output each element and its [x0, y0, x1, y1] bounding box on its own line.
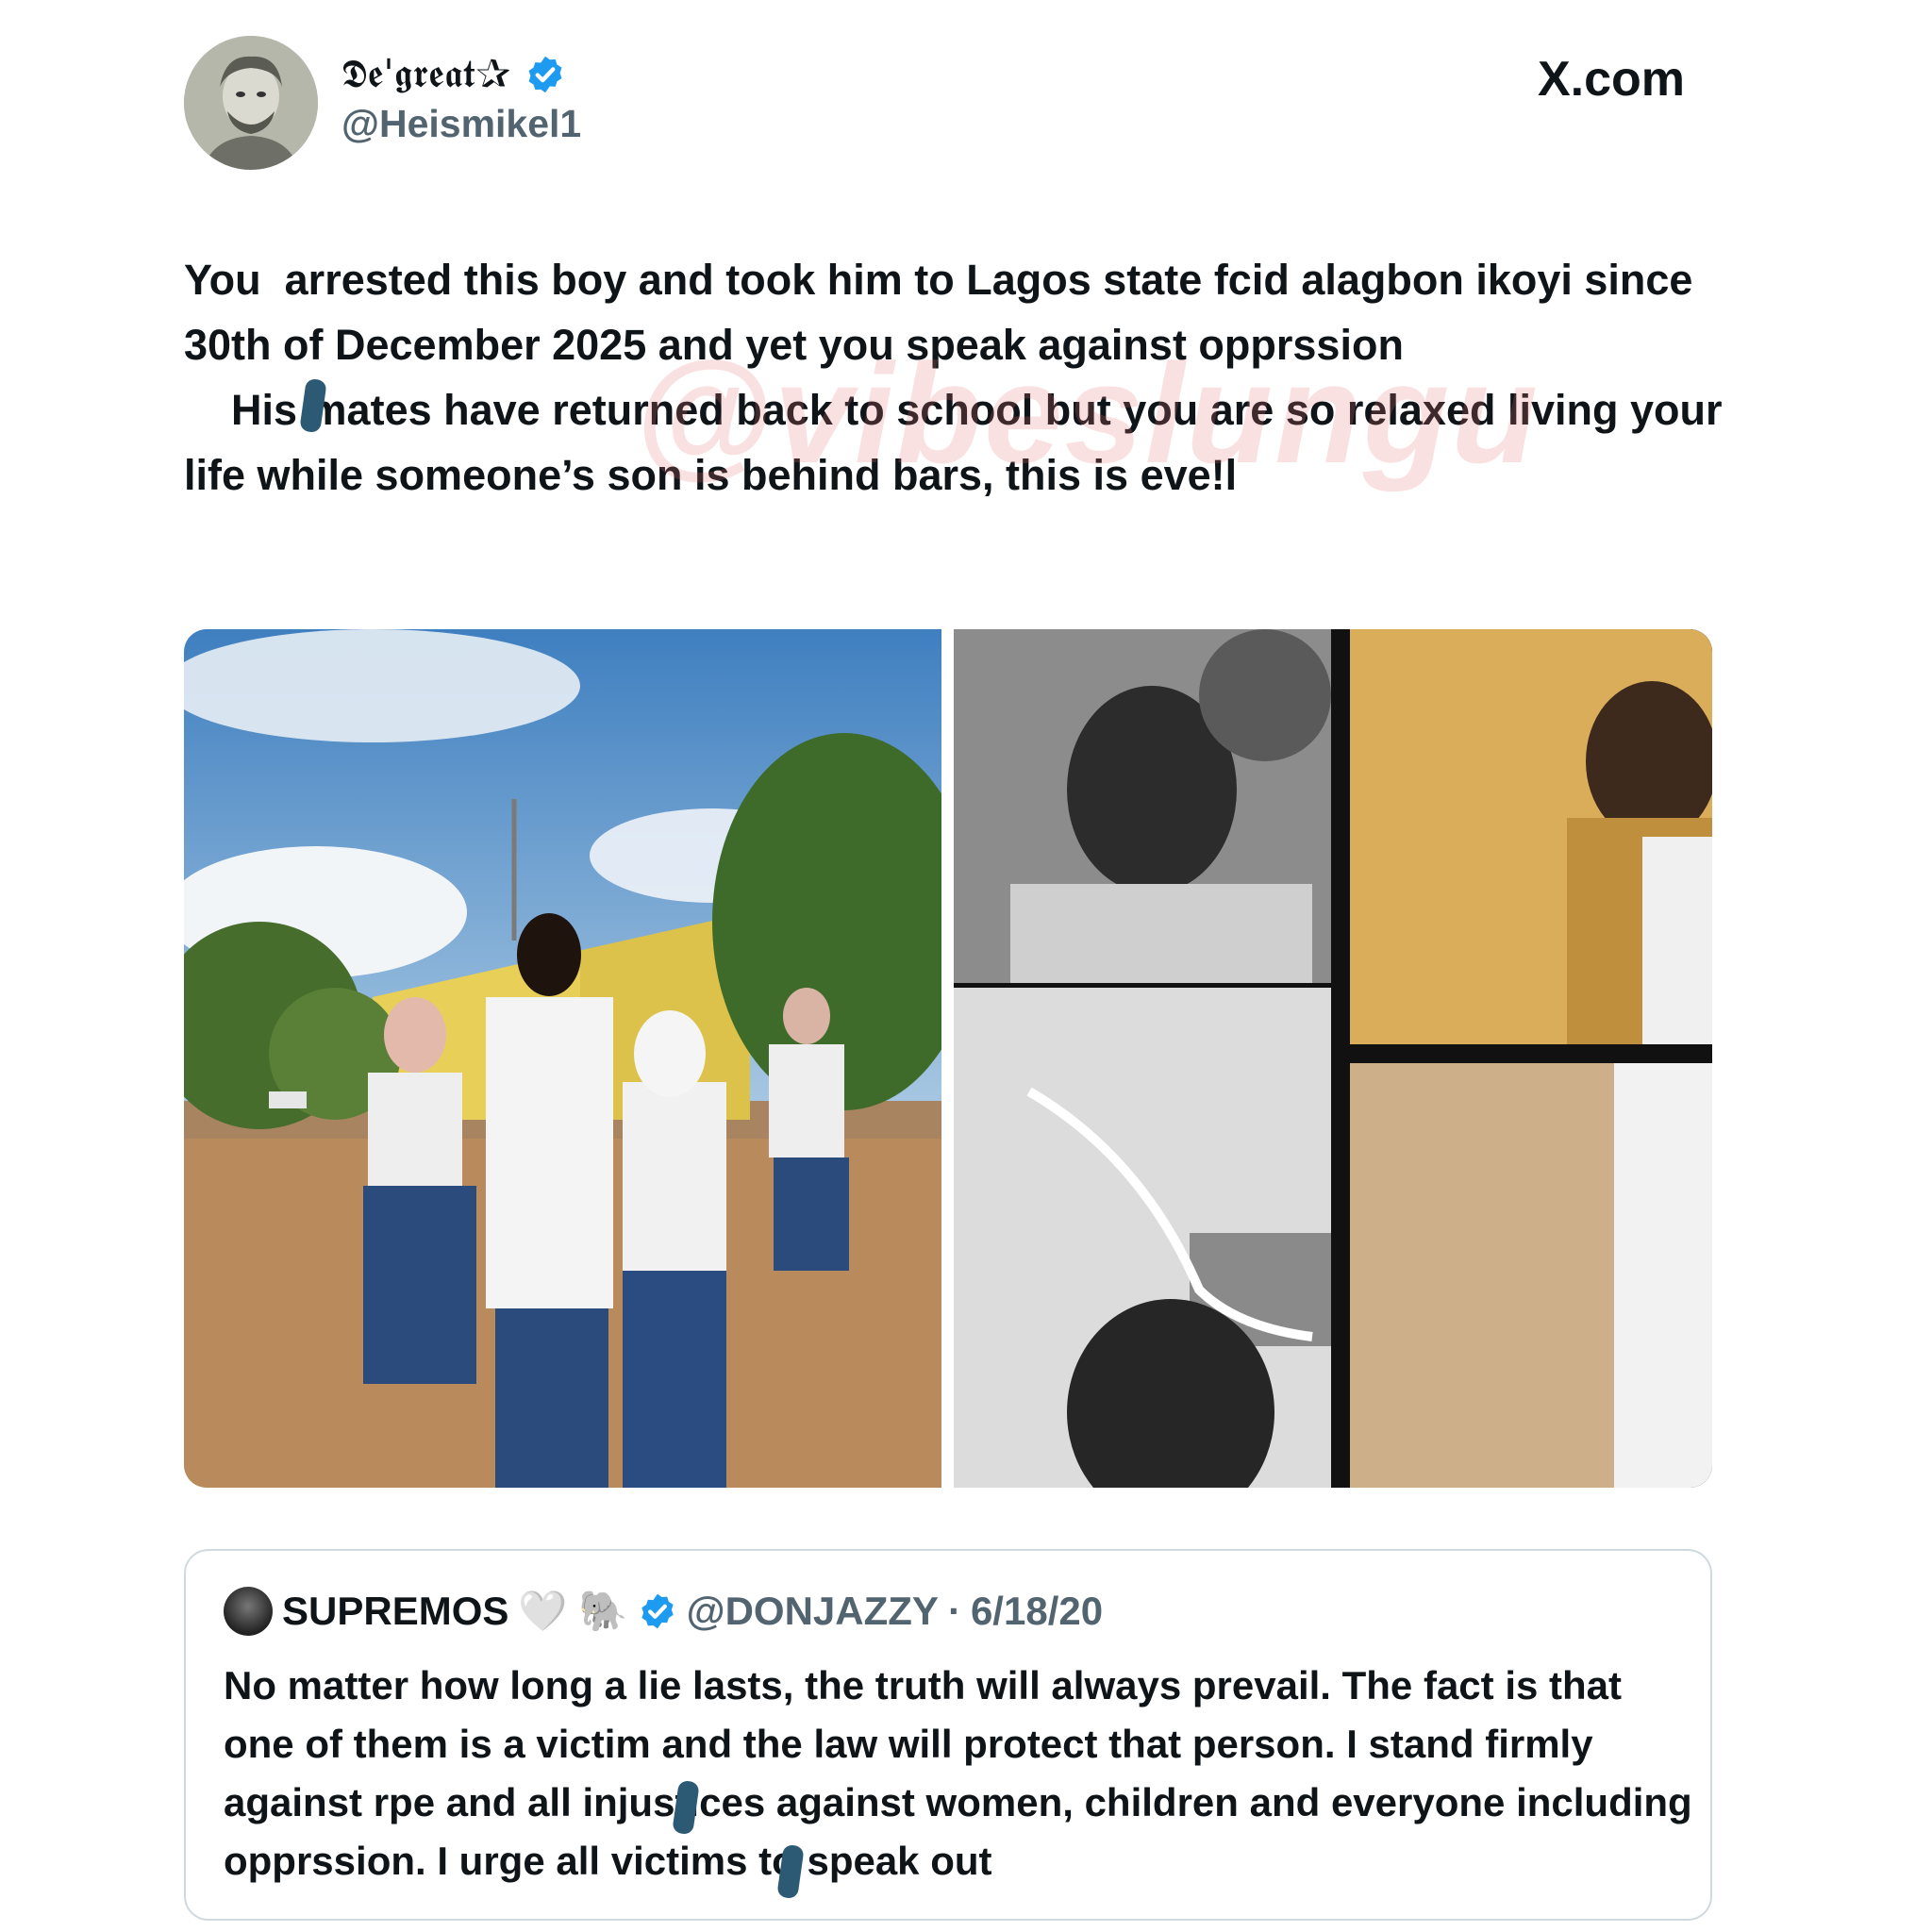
- quoted-author-name[interactable]: SUPREMOS: [282, 1589, 508, 1634]
- quoted-tweet-header: SUPREMOS 🤍 🐘 @DONJAZZY · 6/18/20: [224, 1587, 1103, 1636]
- tweet-media[interactable]: [184, 629, 1712, 1488]
- site-label-text: X.com: [1537, 52, 1685, 107]
- author-handle[interactable]: @Heismikel1: [341, 102, 581, 146]
- quoted-author-handle[interactable]: @DONJAZZY: [687, 1589, 939, 1634]
- author-name-row: 𝕯𝖊'𝖌𝖗𝖊𝖆𝖙✰: [341, 51, 566, 97]
- author-avatar[interactable]: [184, 36, 318, 170]
- author-display-name[interactable]: 𝕯𝖊'𝖌𝖗𝖊𝖆𝖙✰: [341, 51, 511, 97]
- meta-separator: ·: [947, 1589, 961, 1633]
- quoted-author-emojis: 🤍 🐘: [518, 1589, 628, 1633]
- verified-badge-icon: [641, 1593, 674, 1629]
- verified-badge-icon: [528, 56, 562, 92]
- avatar-portrait: [184, 36, 318, 170]
- quoted-author-avatar[interactable]: [224, 1587, 273, 1636]
- site-label: X.com: [1538, 51, 1685, 108]
- tweet-text: You arrested this boy and took him to La…: [184, 256, 1723, 499]
- quoted-tweet-date[interactable]: 6/18/20: [971, 1589, 1103, 1634]
- quoted-tweet-card[interactable]: SUPREMOS 🤍 🐘 @DONJAZZY · 6/18/20 No matt…: [184, 1549, 1712, 1921]
- collage-photo[interactable]: [954, 629, 1712, 1488]
- group-photo[interactable]: [184, 629, 941, 1488]
- quoted-tweet-text: No matter how long a lie lasts, the trut…: [224, 1663, 1692, 1883]
